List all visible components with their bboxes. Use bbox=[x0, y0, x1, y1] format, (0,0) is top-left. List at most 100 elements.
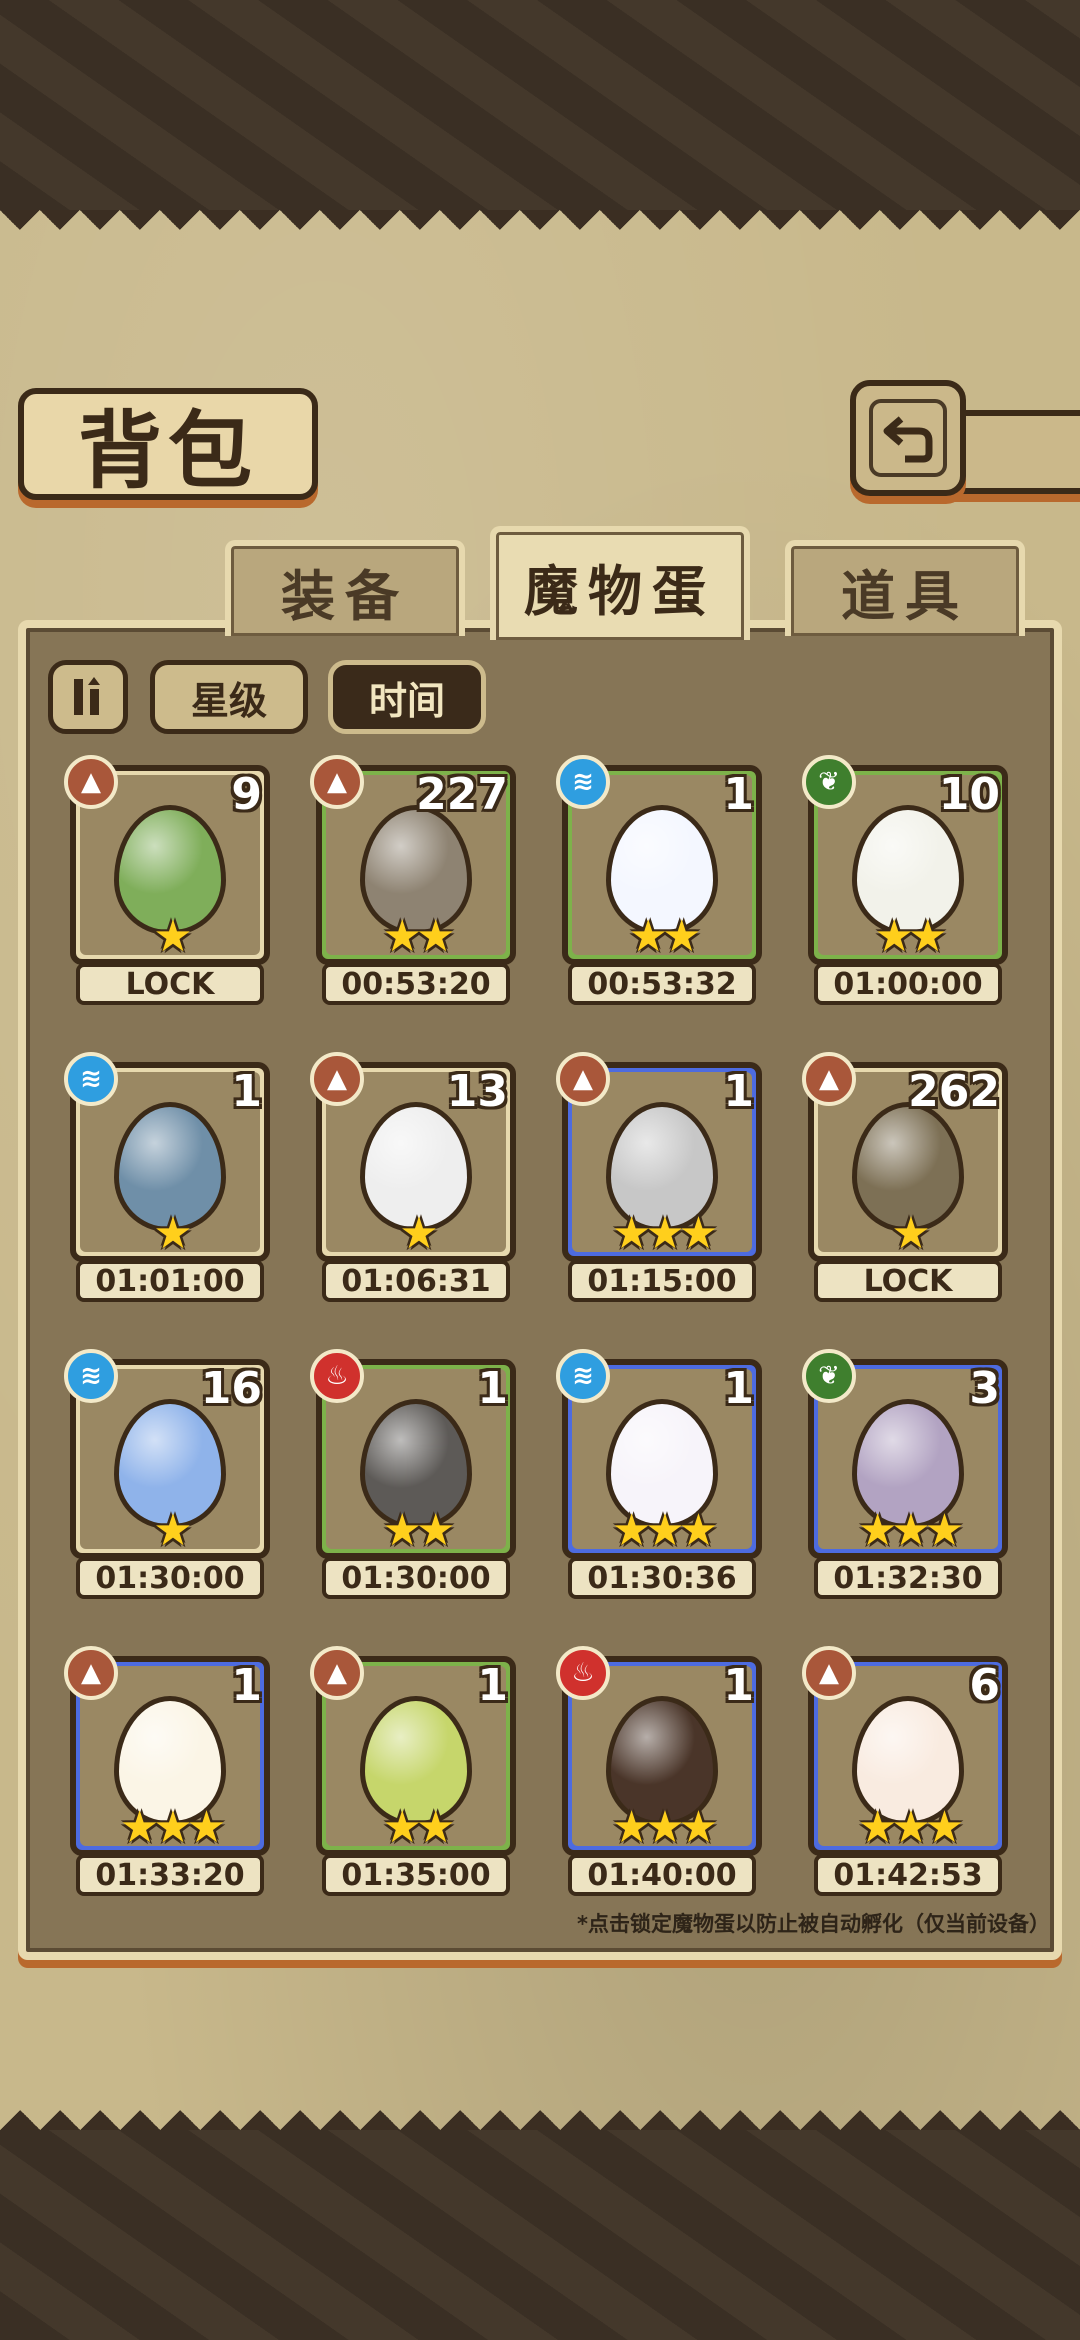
hatch-timer: 01:32:30 bbox=[814, 1557, 1002, 1599]
egg-count: 1 bbox=[723, 1066, 754, 1117]
egg-card[interactable]: ▲ 262 ★ LOCK bbox=[802, 1052, 1008, 1302]
wood-element-icon: ❦ bbox=[802, 1349, 856, 1403]
tab-items[interactable]: 道具 bbox=[785, 540, 1025, 636]
sort-order-icon bbox=[74, 677, 100, 715]
hatch-timer: 01:01:00 bbox=[76, 1260, 264, 1302]
tab-equipment[interactable]: 装备 bbox=[225, 540, 465, 636]
tab-monster-eggs[interactable]: 魔物蛋 bbox=[490, 526, 750, 640]
earth-element-icon: ▲ bbox=[310, 1646, 364, 1700]
egg-count: 16 bbox=[200, 1363, 262, 1414]
egg-card[interactable]: ▲ 1 ★★★ 01:33:20 bbox=[64, 1646, 270, 1896]
water-element-icon: ≋ bbox=[64, 1349, 118, 1403]
egg-count: 1 bbox=[231, 1660, 262, 1711]
star-rating: ★ bbox=[399, 1208, 438, 1259]
sort-by-time-button[interactable]: 时间 bbox=[328, 660, 486, 734]
egg-lock-label: LOCK bbox=[76, 963, 264, 1005]
egg-lock-label: LOCK bbox=[814, 1260, 1002, 1302]
egg-card[interactable]: ❦ 10 ★★ 01:00:00 bbox=[802, 755, 1008, 1005]
water-element-icon: ≋ bbox=[64, 1052, 118, 1106]
water-element-icon: ≋ bbox=[556, 1349, 610, 1403]
star-rating: ★★★ bbox=[857, 1505, 964, 1556]
star-rating: ★★ bbox=[382, 1802, 456, 1853]
hatch-timer: 01:30:36 bbox=[568, 1557, 756, 1599]
star-rating: ★★★ bbox=[857, 1802, 964, 1853]
earth-element-icon: ▲ bbox=[310, 755, 364, 809]
star-rating: ★ bbox=[153, 911, 192, 962]
tab-monster-eggs-label: 魔物蛋 bbox=[524, 558, 716, 623]
page-title: 背包 bbox=[77, 400, 258, 500]
egg-card[interactable]: ≋ 1 ★ 01:01:00 bbox=[64, 1052, 270, 1302]
wood-element-icon: ❦ bbox=[802, 755, 856, 809]
earth-element-icon: ▲ bbox=[802, 1646, 856, 1700]
star-rating: ★★ bbox=[382, 1505, 456, 1556]
page-title-plate: 背包 bbox=[18, 388, 318, 500]
hatch-timer: 01:42:53 bbox=[814, 1854, 1002, 1896]
fire-element-icon: ♨ bbox=[556, 1646, 610, 1700]
egg-card[interactable]: ≋ 1 ★★★ 01:30:36 bbox=[556, 1349, 762, 1599]
egg-count: 10 bbox=[938, 769, 1000, 820]
tab-equipment-label: 装备 bbox=[281, 563, 409, 628]
egg-count: 3 bbox=[969, 1363, 1000, 1414]
earth-element-icon: ▲ bbox=[64, 755, 118, 809]
hatch-timer: 00:53:20 bbox=[322, 963, 510, 1005]
egg-card[interactable]: ♨ 1 ★★★ 01:40:00 bbox=[556, 1646, 762, 1896]
star-rating: ★★ bbox=[382, 911, 456, 962]
egg-card[interactable]: ▲ 227 ★★ 00:53:20 bbox=[310, 755, 516, 1005]
star-rating: ★★★ bbox=[611, 1208, 718, 1259]
star-rating: ★★★ bbox=[611, 1505, 718, 1556]
egg-card[interactable]: ▲ 1 ★★ 01:35:00 bbox=[310, 1646, 516, 1896]
egg-count: 1 bbox=[723, 769, 754, 820]
hatch-timer: 01:00:00 bbox=[814, 963, 1002, 1005]
egg-count: 1 bbox=[477, 1363, 508, 1414]
star-rating: ★ bbox=[153, 1208, 192, 1259]
earth-element-icon: ▲ bbox=[310, 1052, 364, 1106]
water-element-icon: ≋ bbox=[556, 755, 610, 809]
egg-count: 227 bbox=[416, 769, 508, 820]
earth-element-icon: ▲ bbox=[802, 1052, 856, 1106]
egg-card[interactable]: ≋ 16 ★ 01:30:00 bbox=[64, 1349, 270, 1599]
hatch-timer: 01:30:00 bbox=[322, 1557, 510, 1599]
tab-bar: 装备 魔物蛋 道具 bbox=[20, 526, 1060, 640]
bottom-background bbox=[0, 2130, 1080, 2340]
top-background bbox=[0, 0, 1080, 210]
fire-element-icon: ♨ bbox=[310, 1349, 364, 1403]
star-rating: ★ bbox=[153, 1505, 192, 1556]
egg-card[interactable]: ♨ 1 ★★ 01:30:00 bbox=[310, 1349, 516, 1599]
egg-count: 1 bbox=[477, 1660, 508, 1711]
egg-count: 9 bbox=[231, 769, 262, 820]
egg-card[interactable]: ❦ 3 ★★★ 01:32:30 bbox=[802, 1349, 1008, 1599]
lock-hint-text: *点击锁定魔物蛋以防止被自动孵化（仅当前设备） bbox=[577, 1912, 1050, 1936]
zigzag-border-bottom bbox=[0, 2090, 1080, 2130]
egg-count: 1 bbox=[723, 1660, 754, 1711]
sort-by-star-button[interactable]: 星级 bbox=[150, 660, 308, 734]
egg-count: 1 bbox=[723, 1363, 754, 1414]
star-rating: ★★★ bbox=[119, 1802, 226, 1853]
star-rating: ★★ bbox=[628, 911, 702, 962]
hatch-timer: 01:40:00 bbox=[568, 1854, 756, 1896]
star-rating: ★★★ bbox=[611, 1802, 718, 1853]
egg-card[interactable]: ▲ 6 ★★★ 01:42:53 bbox=[802, 1646, 1008, 1896]
zigzag-border-top bbox=[0, 210, 1080, 250]
hatch-timer: 01:06:31 bbox=[322, 1260, 510, 1302]
earth-element-icon: ▲ bbox=[64, 1646, 118, 1700]
earth-element-icon: ▲ bbox=[556, 1052, 610, 1106]
hatch-timer: 01:33:20 bbox=[76, 1854, 264, 1896]
back-icon bbox=[869, 399, 947, 477]
egg-card[interactable]: ▲ 13 ★ 01:06:31 bbox=[310, 1052, 516, 1302]
hatch-timer: 01:35:00 bbox=[322, 1854, 510, 1896]
hatch-timer: 00:53:32 bbox=[568, 963, 756, 1005]
egg-count: 13 bbox=[446, 1066, 508, 1117]
egg-count: 262 bbox=[908, 1066, 1000, 1117]
tab-items-label: 道具 bbox=[841, 563, 969, 628]
hatch-timer: 01:15:00 bbox=[568, 1260, 756, 1302]
sort-by-time-label: 时间 bbox=[368, 678, 445, 723]
egg-card[interactable]: ▲ 9 ★ LOCK bbox=[64, 755, 270, 1005]
star-rating: ★ bbox=[891, 1208, 930, 1259]
egg-card[interactable]: ≋ 1 ★★ 00:53:32 bbox=[556, 755, 762, 1005]
hatch-timer: 01:30:00 bbox=[76, 1557, 264, 1599]
sort-by-star-label: 星级 bbox=[190, 678, 267, 723]
egg-card[interactable]: ▲ 1 ★★★ 01:15:00 bbox=[556, 1052, 762, 1302]
back-button[interactable] bbox=[850, 380, 966, 496]
star-rating: ★★ bbox=[874, 911, 948, 962]
sort-order-toggle[interactable] bbox=[48, 660, 128, 734]
